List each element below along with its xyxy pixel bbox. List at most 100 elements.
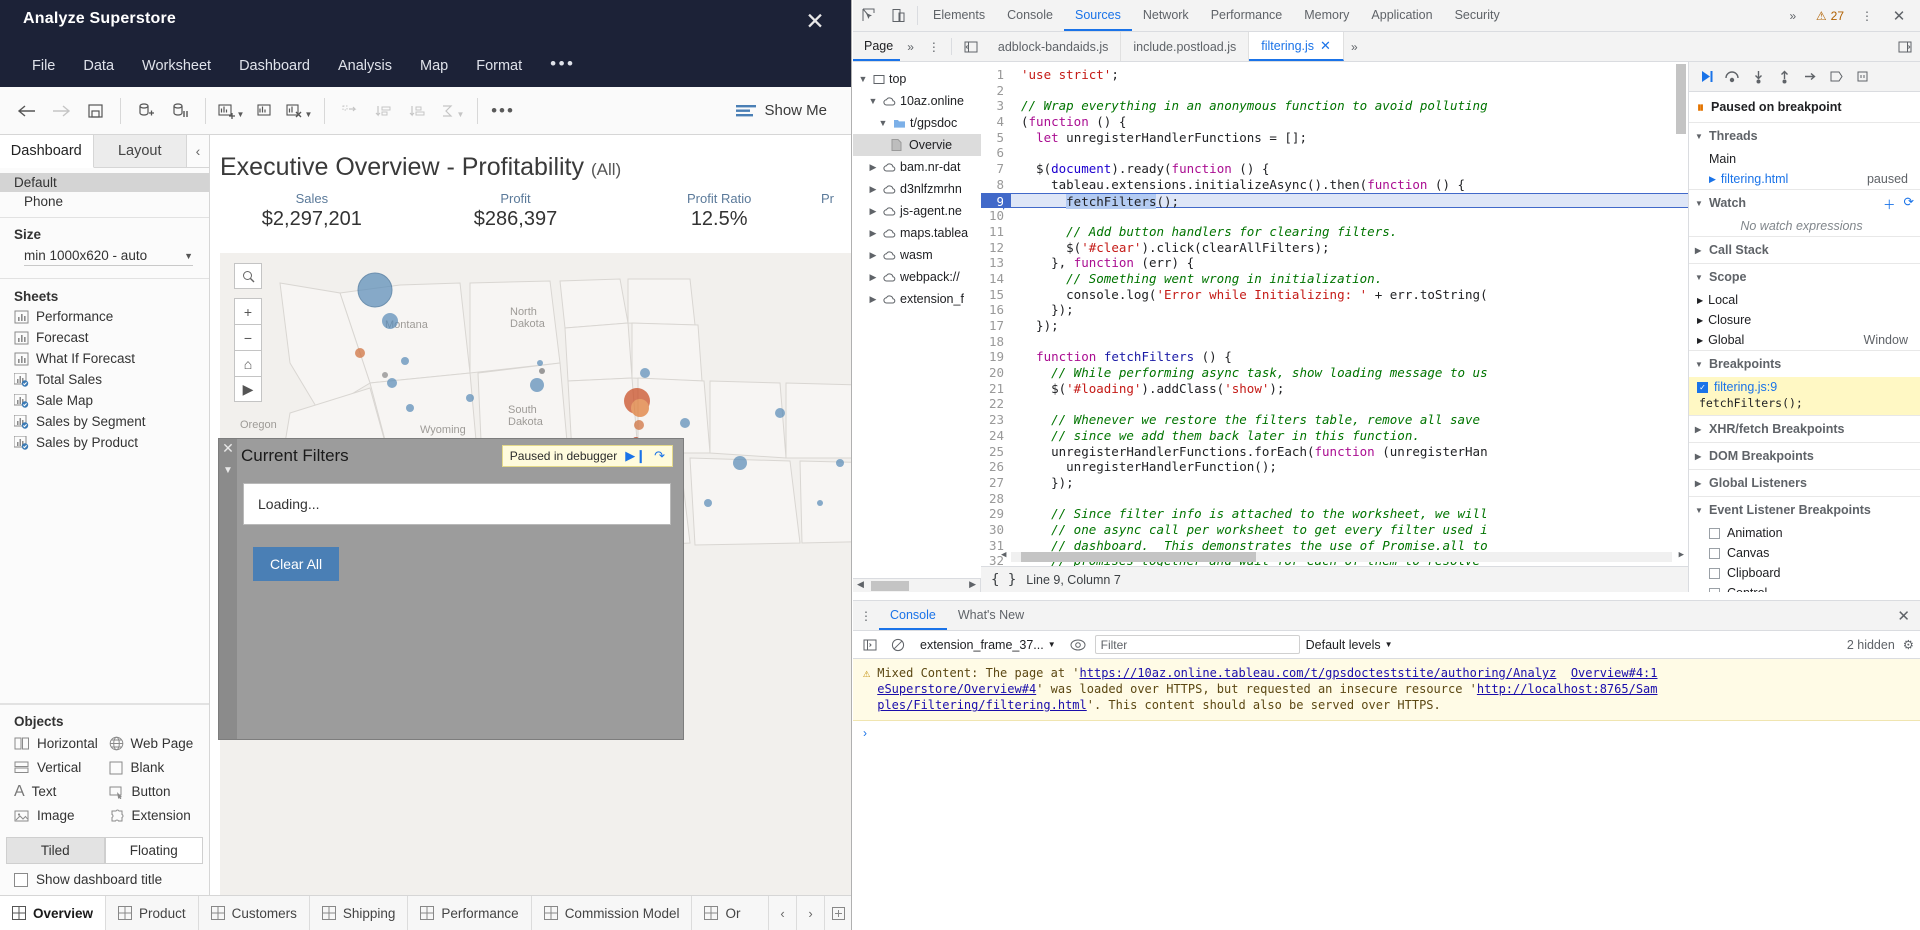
toggle-device-toolbar-icon[interactable] (883, 0, 913, 31)
checkbox[interactable] (1709, 548, 1720, 559)
thread-filtering-html[interactable]: ▶ filtering.html paused (1689, 169, 1920, 189)
tab-sources[interactable]: Sources (1064, 0, 1132, 31)
line-number[interactable]: 15 (981, 287, 1011, 303)
section-event-listener-header[interactable]: ▼ Event Listener Breakpoints (1689, 497, 1920, 523)
scroll-right-icon[interactable]: ▶ (1679, 550, 1684, 560)
section-threads-header[interactable]: ▼ Threads (1689, 123, 1920, 149)
checkbox[interactable] (1709, 528, 1720, 539)
twisty-icon[interactable]: ▶ (867, 184, 879, 195)
add-watch-icon[interactable]: ＋ (1883, 194, 1896, 213)
msg-link-page-url[interactable]: https://10az.online.tableau.com/t/gpsdoc… (1080, 666, 1557, 680)
code-line[interactable]: 5 let unregisterHandlerFunctions = []; (981, 130, 1688, 146)
sheet-tab-customers[interactable]: Customers (199, 896, 310, 930)
source-code-editor[interactable]: 1'use strict';23// Wrap everything in an… (981, 62, 1688, 566)
code-line[interactable]: 14 // Something went wrong in initializa… (981, 271, 1688, 287)
twisty-icon[interactable]: ▶ (867, 206, 879, 217)
object-vertical[interactable]: Vertical (10, 757, 105, 778)
step-over-icon[interactable]: ↷ (654, 448, 665, 464)
tab-layout[interactable]: Layout (94, 135, 188, 167)
clear-console-icon[interactable] (887, 634, 909, 656)
sheet-tab-or[interactable]: Or (692, 896, 752, 930)
warning-badge[interactable]: ⚠ 27 (1810, 9, 1850, 23)
add-data-source-icon[interactable] (129, 95, 163, 127)
line-number[interactable]: 6 (981, 145, 1011, 161)
twisty-icon[interactable]: ▶ (867, 250, 879, 261)
section-xhr-header[interactable]: ▶ XHR/fetch Breakpoints (1689, 416, 1920, 442)
line-number[interactable]: 26 (981, 459, 1011, 475)
menu-format[interactable]: Format (462, 54, 536, 78)
code-line[interactable]: 8 tableau.extensions.initializeAsync().t… (981, 177, 1688, 193)
section-global-listeners-header[interactable]: ▶ Global Listeners (1689, 470, 1920, 496)
menu-map[interactable]: Map (406, 54, 462, 78)
code-line[interactable]: 3// Wrap everything in an anonymous func… (981, 98, 1688, 114)
line-number[interactable]: 14 (981, 271, 1011, 287)
close-icon[interactable]: ✕ (801, 8, 829, 36)
sheet-tab-performance[interactable]: Performance (408, 896, 531, 930)
line-number[interactable]: 18 (981, 334, 1011, 350)
object-text[interactable]: A Text (10, 781, 105, 802)
scrollbar-thumb[interactable] (1676, 64, 1686, 134)
msg-link-source-location[interactable]: Overview#4:1 (1571, 666, 1658, 680)
object-web-page[interactable]: Web Page (105, 733, 200, 754)
home-icon[interactable]: ⌂ (234, 350, 262, 376)
console-filter-input[interactable]: Filter (1095, 635, 1300, 654)
tree-node-bam-nr-data[interactable]: ▶ bam.nr-dat (853, 156, 981, 178)
code-line[interactable]: 15 console.log('Error while Initializing… (981, 287, 1688, 303)
code-line[interactable]: 31 // dashboard. This demonstrates the u… (981, 538, 1688, 554)
clear-sheet-icon[interactable]: ▼ (282, 95, 316, 127)
code-line[interactable]: 12 $('#clear').click(clearAllFilters); (981, 240, 1688, 256)
object-button[interactable]: Button (105, 781, 200, 802)
breakpoint-checkbox[interactable]: ✓ (1697, 382, 1708, 393)
editor-vertical-scrollbar[interactable] (1676, 64, 1686, 548)
sheet-item-forecast[interactable]: Forecast (0, 327, 209, 348)
show-navigator-icon[interactable] (956, 32, 986, 61)
msg-link-insecure-resource-2[interactable]: ples/Filtering/filtering.html (877, 698, 1087, 712)
scrollbar-thumb[interactable] (1021, 552, 1256, 562)
resume-icon[interactable] (1695, 66, 1717, 88)
msg-link-page-url-2[interactable]: eSuperstore/Overview#4 (877, 682, 1036, 696)
line-number[interactable]: 8 (981, 177, 1011, 193)
code-line[interactable]: 19 function fetchFilters () { (981, 349, 1688, 365)
pause-data-source-icon[interactable] (163, 95, 197, 127)
twisty-icon[interactable]: ▶ (867, 162, 879, 173)
line-number[interactable]: 4 (981, 114, 1011, 130)
code-line[interactable]: 10 (981, 208, 1688, 224)
sheet-item-sale-map[interactable]: Sale Map (0, 390, 209, 411)
file-tab-include-postload[interactable]: include.postload.js (1121, 32, 1249, 61)
tiled-button[interactable]: Tiled (6, 837, 105, 864)
line-number[interactable]: 10 (981, 208, 1011, 224)
menu-analysis[interactable]: Analysis (324, 54, 406, 78)
checkbox[interactable] (1709, 588, 1720, 593)
code-line[interactable]: 9 fetchFilters(); (981, 193, 1688, 209)
sheet-tab-overview[interactable]: Overview (0, 896, 106, 930)
line-number[interactable]: 3 (981, 98, 1011, 114)
twisty-icon[interactable]: ▶ (867, 272, 879, 283)
line-number[interactable]: 32 (981, 553, 1011, 566)
scroll-left-icon[interactable]: ◀ (1001, 550, 1006, 560)
line-number[interactable]: 16 (981, 302, 1011, 318)
twisty-icon[interactable]: ▼ (857, 74, 869, 84)
sheet-item-what-if-forecast[interactable]: What If Forecast (0, 348, 209, 369)
drawer-tab-console[interactable]: Console (879, 601, 947, 630)
navigator-horizontal-scrollbar[interactable]: ◀ ▶ (853, 578, 980, 592)
menu-more-icon[interactable]: ••• (536, 54, 589, 78)
new-sheet-icon[interactable] (824, 896, 852, 930)
console-levels-selector[interactable]: Default levels ▼ (1306, 638, 1393, 652)
code-line[interactable]: 2 (981, 83, 1688, 99)
line-number[interactable]: 7 (981, 161, 1011, 177)
devtools-close-icon[interactable]: ✕ (1884, 7, 1914, 25)
new-worksheet-icon[interactable]: ▼ (214, 95, 248, 127)
section-breakpoints-header[interactable]: ▼ Breakpoints (1689, 351, 1920, 377)
tab-elements[interactable]: Elements (922, 0, 996, 31)
code-line[interactable]: 24 // since we add them back later in th… (981, 428, 1688, 444)
line-number[interactable]: 28 (981, 491, 1011, 507)
section-dom-header[interactable]: ▶ DOM Breakpoints (1689, 443, 1920, 469)
show-dashboard-title-row[interactable]: Show dashboard title (0, 870, 209, 895)
chevron-right-icon[interactable]: ▶ (1697, 336, 1703, 345)
line-number[interactable]: 23 (981, 412, 1011, 428)
tab-application[interactable]: Application (1360, 0, 1443, 31)
menu-file[interactable]: File (18, 54, 69, 78)
drawer-close-icon[interactable]: ✕ (1887, 601, 1920, 630)
line-number[interactable]: 31 (981, 538, 1011, 554)
sheet-next-icon[interactable]: › (796, 896, 824, 930)
